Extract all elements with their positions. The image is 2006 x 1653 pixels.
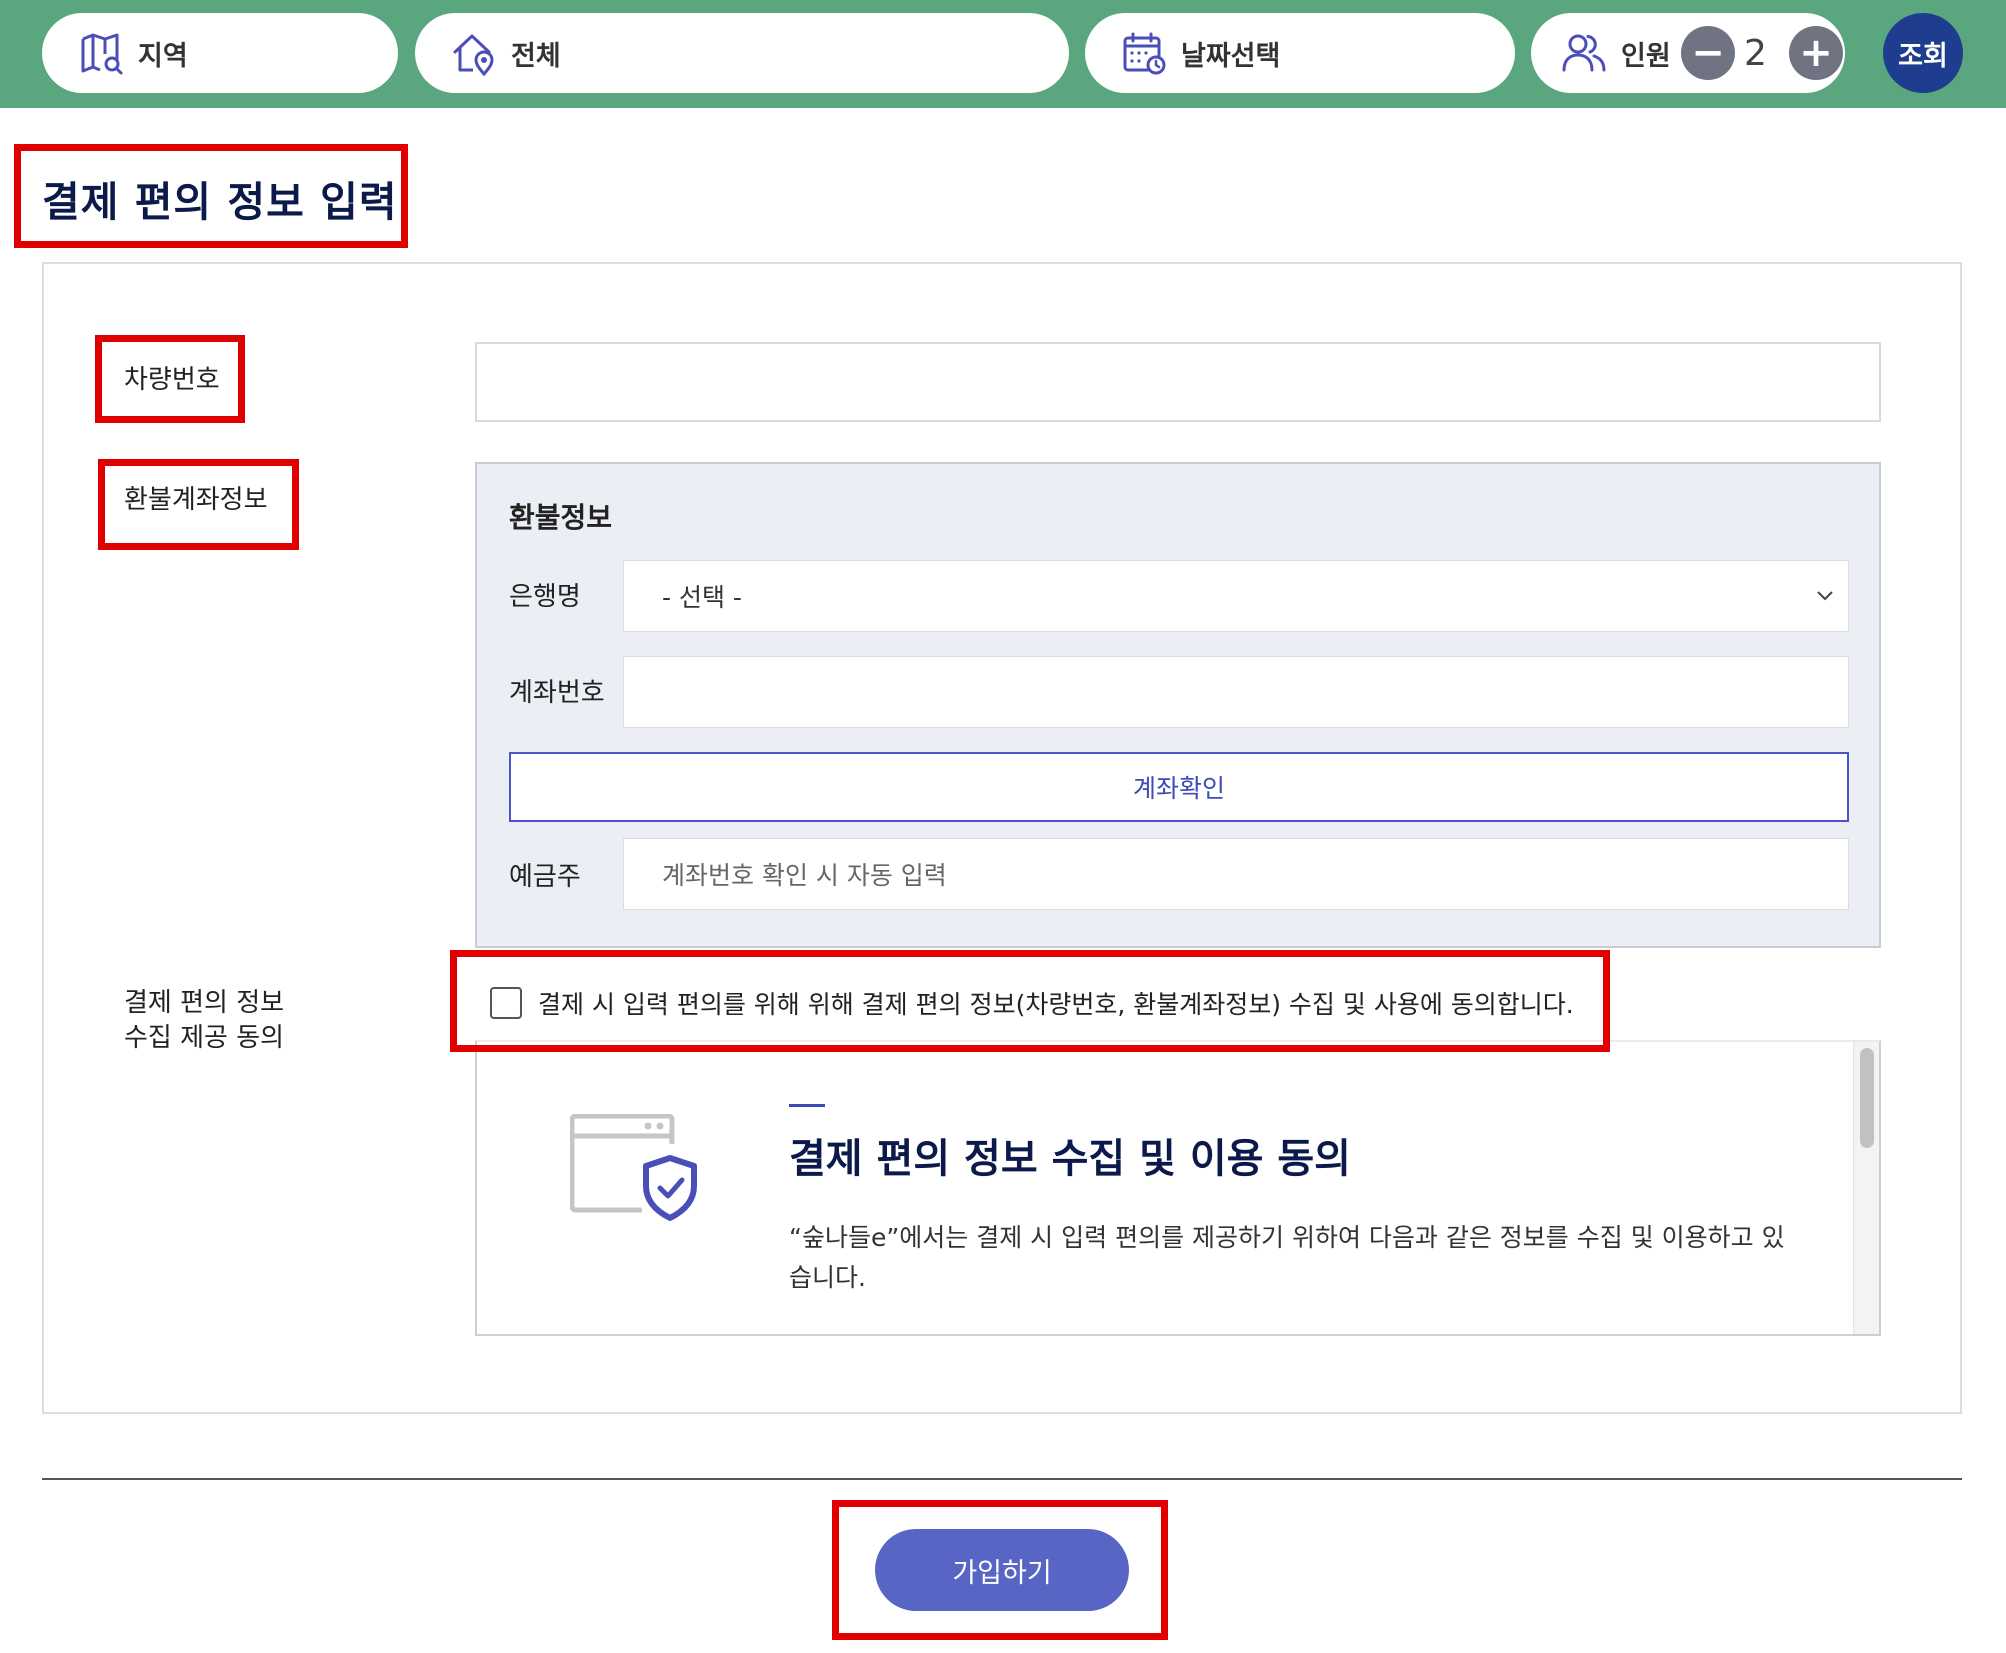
minus-icon: − <box>1691 30 1725 76</box>
people-selector: 인원 − 2 + <box>1531 13 1845 93</box>
account-holder-field: 계좌번호 확인 시 자동 입력 <box>623 838 1849 910</box>
terms-scroll-thumb[interactable] <box>1860 1048 1874 1148</box>
page-title: 결제 편의 정보 입력 <box>42 178 398 226</box>
join-button-label: 가입하기 <box>952 1557 1052 1589</box>
vehicle-number-label: 차량번호 <box>124 365 220 395</box>
search-button[interactable]: 조회 <box>1883 13 1963 93</box>
account-holder-placeholder: 계좌번호 확인 시 자동 입력 <box>662 861 947 890</box>
refund-info-panel: 환불정보 은행명 - 선택 - 계좌번호 계좌확인 예금주 계좌번호 확인 시 … <box>475 462 1881 948</box>
region-label: 지역 <box>138 40 188 72</box>
consent-checkbox-text: 결제 시 입력 편의를 위해 위해 결제 편의 정보(차량번호, 환불계좌정보)… <box>538 990 1574 1019</box>
calendar-icon <box>1123 32 1166 75</box>
vehicle-number-input[interactable] <box>475 342 1881 422</box>
region-selector[interactable]: 지역 <box>42 13 398 93</box>
search-bar: 지역 전체 날짜선택 인원 − 2 + 조회 <box>0 0 2006 108</box>
consent-label-line1: 결제 편의 정보 <box>124 988 285 1018</box>
facility-label: 전체 <box>511 40 561 72</box>
chevron-down-icon <box>1817 591 1833 601</box>
refund-account-label: 환불계좌정보 <box>124 485 268 515</box>
search-button-label: 조회 <box>1898 40 1948 72</box>
consent-checkbox-row[interactable]: 결제 시 입력 편의를 위해 위해 결제 편의 정보(차량번호, 환불계좌정보)… <box>490 985 1574 1021</box>
security-window-icon <box>570 1114 697 1221</box>
decrease-people-button[interactable]: − <box>1681 26 1735 80</box>
join-button[interactable]: 가입하기 <box>875 1529 1129 1611</box>
account-number-input[interactable] <box>623 656 1849 728</box>
terms-box[interactable]: 결제 편의 정보 수집 및 이용 동의 “숲나들e”에서는 결제 시 입력 편의… <box>475 1040 1881 1336</box>
consent-label-line2: 수집 제공 동의 <box>124 1023 285 1053</box>
people-icon <box>1562 34 1606 72</box>
increase-people-button[interactable]: + <box>1789 26 1843 80</box>
date-label: 날짜선택 <box>1181 40 1281 72</box>
terms-title: 결제 편의 정보 수집 및 이용 동의 <box>789 1136 1351 1182</box>
bank-select-value: - 선택 - <box>662 583 742 612</box>
verify-account-button[interactable]: 계좌확인 <box>509 752 1849 822</box>
consent-checkbox[interactable] <box>490 987 522 1019</box>
bank-select[interactable]: - 선택 - <box>623 560 1849 632</box>
plus-icon: + <box>1799 30 1833 76</box>
footer-divider <box>42 1478 1962 1480</box>
date-selector[interactable]: 날짜선택 <box>1085 13 1515 93</box>
refund-info-title: 환불정보 <box>509 501 613 534</box>
verify-account-label: 계좌확인 <box>1132 774 1225 803</box>
home-location-icon <box>453 34 494 76</box>
people-label: 인원 <box>1621 40 1671 72</box>
facility-selector[interactable]: 전체 <box>415 13 1069 93</box>
bank-name-label: 은행명 <box>509 582 581 612</box>
terms-title-accent <box>789 1104 825 1107</box>
terms-scrollbar[interactable] <box>1853 1042 1879 1334</box>
account-number-label: 계좌번호 <box>509 678 605 708</box>
map-icon <box>81 33 123 75</box>
terms-body: “숲나들e”에서는 결제 시 입력 편의를 제공하기 위하여 다음과 같은 정보… <box>789 1223 1785 1292</box>
people-count: 2 <box>1744 33 1767 74</box>
account-holder-label: 예금주 <box>509 862 581 892</box>
